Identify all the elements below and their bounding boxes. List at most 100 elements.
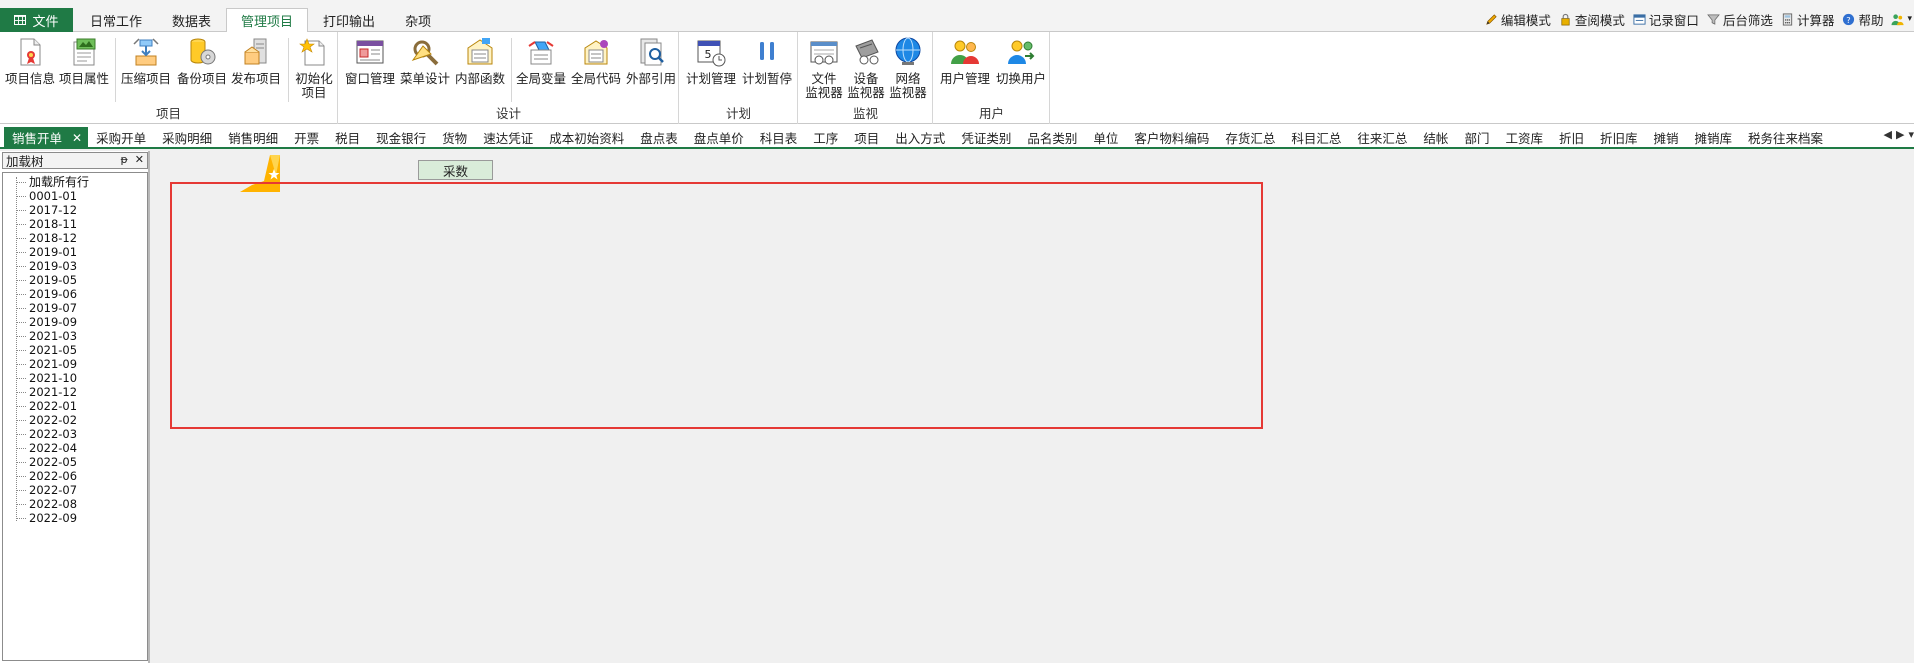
document-tab[interactable]: 销售明细 (220, 127, 286, 148)
document-tab[interactable]: 摊销库 (1687, 127, 1741, 148)
document-tab[interactable]: 货物 (434, 127, 475, 148)
user-avatar-icon (1891, 13, 1905, 25)
tree-item-period[interactable]: 2022-06 (3, 469, 89, 483)
document-tab[interactable]: 客户物料编码 (1126, 127, 1217, 148)
external-reference-button[interactable]: 外部引用 (625, 36, 677, 86)
document-tab[interactable]: 速达凭证 (475, 127, 541, 148)
tree-item-period[interactable]: 2017-12 (3, 203, 89, 217)
edit-mode-button[interactable]: 编辑模式 (1485, 10, 1551, 29)
close-tab-icon[interactable]: ✕ (72, 131, 82, 145)
tree-item-period[interactable]: 2022-08 (3, 497, 89, 511)
document-tab[interactable]: 盘点表 (632, 127, 686, 148)
tree-item-period[interactable]: 2022-04 (3, 441, 89, 455)
tab-list-dropdown-icon[interactable]: ▾ (1908, 128, 1914, 141)
background-filter-button[interactable]: 后台筛选 (1707, 10, 1773, 29)
fetch-data-tab[interactable]: 采数 (418, 160, 493, 180)
calculator-button[interactable]: 计算器 (1781, 10, 1834, 29)
user-manager-button[interactable]: 用户管理 (938, 36, 992, 86)
tree-item-period[interactable]: 2019-09 (3, 315, 89, 329)
document-tab[interactable]: 部门 (1456, 127, 1497, 148)
global-code-button[interactable]: 全局代码 (570, 36, 622, 86)
tree-item-period[interactable]: 2022-02 (3, 413, 89, 427)
tree-item-period[interactable]: 2019-06 (3, 287, 89, 301)
plan-pause-button[interactable]: 计划暂停 (740, 36, 794, 86)
document-tab-label: 盘点表 (640, 131, 678, 146)
document-tab[interactable]: 税目 (327, 127, 368, 148)
project-info-button[interactable]: 项目信息 (4, 36, 56, 86)
document-tab[interactable]: 凭证类别 (953, 127, 1019, 148)
document-tab[interactable]: 摊销 (1646, 127, 1687, 148)
document-tab-label: 折旧 (1558, 131, 1584, 146)
menu-tab-misc[interactable]: 杂项 (390, 8, 446, 32)
project-properties-button[interactable]: 项目属性 (58, 36, 110, 86)
global-variable-button[interactable]: 全局变量 (515, 36, 567, 86)
document-tab[interactable]: 销售开单 ✕ (4, 127, 89, 148)
tree-item-period[interactable]: 2019-01 (3, 245, 89, 259)
pin-icon[interactable]: ᵽ (120, 153, 127, 166)
tree-item-period[interactable]: 2021-10 (3, 371, 89, 385)
document-tab[interactable]: 成本初始资料 (541, 127, 632, 148)
tree-item-period[interactable]: 2022-05 (3, 455, 89, 469)
tree-item-period[interactable]: 2022-07 (3, 483, 89, 497)
close-icon[interactable]: ✕ (135, 153, 144, 166)
tab-scroll-left-icon[interactable]: ◀ (1884, 128, 1892, 141)
tab-scroll-right-icon[interactable]: ▶ (1896, 128, 1904, 141)
document-tab[interactable]: 工资库 (1497, 127, 1551, 148)
document-tab[interactable]: 结帐 (1415, 127, 1456, 148)
tree-item-period[interactable]: 2019-03 (3, 259, 89, 273)
document-tab[interactable]: 科目表 (752, 127, 806, 148)
read-mode-button[interactable]: 查阅模式 (1559, 10, 1625, 29)
initialize-project-button[interactable]: 初始化 项目 (292, 36, 336, 100)
tree-item-period[interactable]: 2021-03 (3, 329, 89, 343)
tree-item-period[interactable]: 2019-05 (3, 273, 89, 287)
window-manager-button[interactable]: 窗口管理 (344, 36, 396, 86)
tree-item-period[interactable]: 2021-05 (3, 343, 89, 357)
record-window-button[interactable]: 记录窗口 (1633, 10, 1699, 29)
plan-manager-button[interactable]: 5 计划管理 (684, 36, 738, 86)
user-avatar-button[interactable]: ▾ (1891, 13, 1912, 26)
tree-item-period[interactable]: 2022-01 (3, 399, 89, 413)
compress-project-button[interactable]: 压缩项目 (120, 36, 172, 86)
publish-project-button[interactable]: 发布项目 (230, 36, 282, 86)
menu-tab-daily-work[interactable]: 日常工作 (75, 8, 157, 32)
menu-tab-manage-project[interactable]: 管理项目 (226, 8, 309, 33)
document-tab[interactable]: 开票 (286, 127, 327, 148)
document-tab[interactable]: 采购开单 (88, 127, 154, 148)
document-tab[interactable]: 品名类别 (1019, 127, 1085, 148)
tree-item-period[interactable]: 2021-12 (3, 385, 89, 399)
document-tab[interactable]: 盘点单价 (686, 127, 752, 148)
file-monitor-button[interactable]: 文件 监视器 (803, 36, 845, 100)
tree-item-load-all[interactable]: 加载所有行 (3, 175, 89, 189)
file-menu-button[interactable]: 文件 (0, 8, 73, 32)
document-tab[interactable]: 项目 (846, 127, 887, 148)
document-tab[interactable]: 折旧库 (1592, 127, 1646, 148)
document-tab[interactable]: 折旧 (1551, 127, 1592, 148)
device-monitor-button[interactable]: 设备 监视器 (845, 36, 887, 100)
document-tab[interactable]: 存货汇总 (1217, 127, 1283, 148)
tree-item-period[interactable]: 2018-12 (3, 231, 89, 245)
menu-design-button[interactable]: 菜单设计 (399, 36, 451, 86)
switch-user-button[interactable]: 切换用户 (994, 36, 1048, 86)
tree-item-period[interactable]: 0001-01 (3, 189, 89, 203)
document-tab[interactable]: 采购明细 (154, 127, 220, 148)
dropdown-arrow-icon[interactable]: ▾ (1907, 14, 1912, 24)
tree-item-period[interactable]: 2018-11 (3, 217, 89, 231)
document-tab[interactable]: 税务往来档案 (1740, 127, 1831, 148)
document-tab[interactable]: 现金银行 (368, 127, 434, 148)
document-tab[interactable]: 出入方式 (887, 127, 953, 148)
document-tab[interactable]: 单位 (1085, 127, 1126, 148)
tree-item-period[interactable]: 2022-03 (3, 427, 89, 441)
internal-function-button[interactable]: 内部函数 (454, 36, 506, 86)
menu-tab-print-output[interactable]: 打印输出 (308, 8, 390, 32)
network-monitor-button[interactable]: 网络 监视器 (887, 36, 929, 100)
tree-item-period[interactable]: 2021-09 (3, 357, 89, 371)
document-tab[interactable]: 工序 (805, 127, 846, 148)
tree-item-period[interactable]: 2022-09 (3, 511, 89, 525)
tree-item-period[interactable]: 2019-07 (3, 301, 89, 315)
document-tab[interactable]: 往来汇总 (1349, 127, 1415, 148)
help-button[interactable]: ? 帮助 (1842, 10, 1883, 29)
backup-project-button[interactable]: 备份项目 (176, 36, 228, 86)
document-tab[interactable]: 科目汇总 (1283, 127, 1349, 148)
menu-tab-data-tables[interactable]: 数据表 (157, 8, 226, 32)
document-tab-label: 项目 (854, 131, 880, 146)
